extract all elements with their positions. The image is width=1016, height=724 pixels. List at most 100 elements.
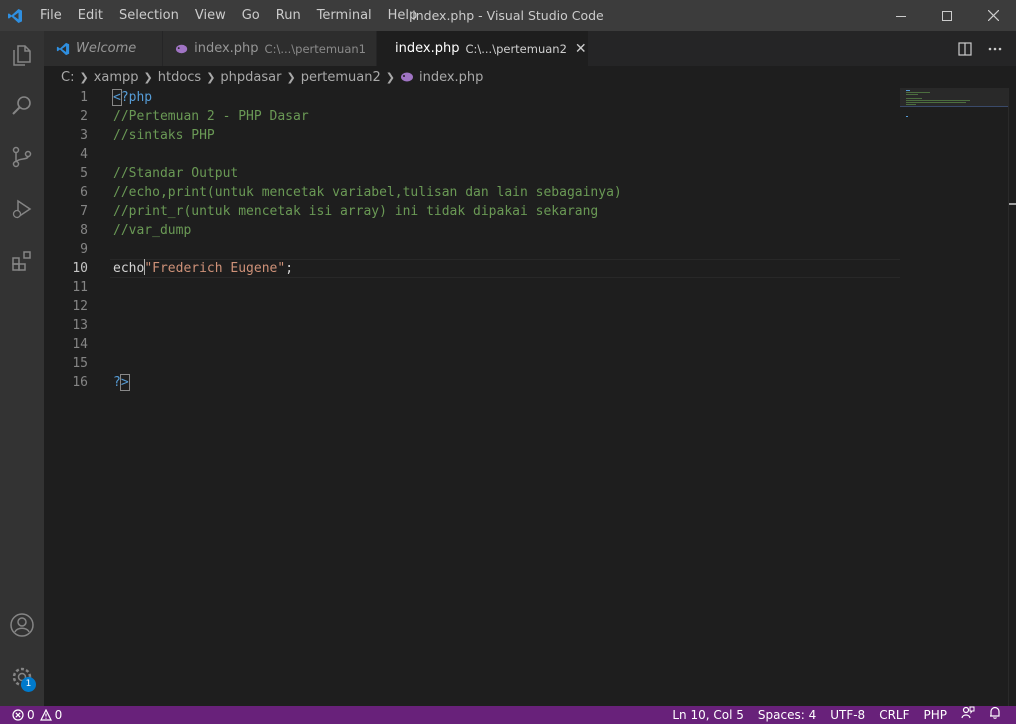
- accounts-button[interactable]: [0, 601, 44, 649]
- tab-index-pertemuan1[interactable]: index.php C:\...\pertemuan1: [163, 31, 377, 66]
- minimap-line: [906, 92, 930, 93]
- code-line: 9: [44, 240, 900, 259]
- line-number: 13: [72, 318, 88, 333]
- line-number: 15: [72, 356, 88, 371]
- tab-label: Welcome: [76, 41, 137, 56]
- maximize-icon: [942, 10, 952, 21]
- extensions-button[interactable]: [0, 237, 44, 285]
- line-number: 2: [80, 109, 88, 124]
- chevron-right-icon: ❯: [79, 70, 89, 84]
- maximize-button[interactable]: [924, 0, 970, 31]
- run-debug-button[interactable]: [0, 185, 44, 233]
- scrollbar-cursor-marker: [1009, 203, 1016, 205]
- warning-count: 0: [54, 708, 63, 722]
- editor-tabs: Welcome index.php C:\...\pertemuan1 inde…: [44, 31, 1016, 66]
- minimize-button[interactable]: [878, 0, 924, 31]
- language-mode[interactable]: PHP: [924, 706, 948, 724]
- encoding[interactable]: UTF-8: [830, 706, 865, 724]
- php-open-tag: ?php: [120, 90, 153, 105]
- search-button[interactable]: [0, 81, 44, 129]
- split-editor-button[interactable]: [950, 35, 980, 63]
- problems-indicator[interactable]: 0 0: [0, 708, 62, 722]
- minimap-line: [906, 116, 908, 117]
- menu-view[interactable]: View: [187, 0, 234, 31]
- more-actions-button[interactable]: [980, 35, 1010, 63]
- vscode-icon: [56, 42, 70, 55]
- code-editor[interactable]: 1 <?php 2 //Pertemuan 2 - PHP Dasar 3 //sin…: [44, 88, 900, 706]
- ellipsis-icon: [988, 47, 1002, 50]
- code-line: 16 ?>: [44, 373, 900, 392]
- close-tab-icon[interactable]: ✕: [575, 41, 587, 57]
- menu-edit[interactable]: Edit: [70, 0, 111, 31]
- line-number: 16: [72, 375, 88, 390]
- breadcrumb-item[interactable]: pertemuan2: [301, 70, 381, 85]
- search-icon: [12, 96, 31, 115]
- status-bar: 0 0 Ln 10, Col 5 Spaces: 4 UTF-8 CRLF PH…: [0, 706, 1016, 724]
- breadcrumb-item[interactable]: phpdasar: [220, 70, 281, 85]
- code-line: 8 //var_dump: [44, 221, 900, 240]
- minimap-slider[interactable]: [900, 88, 1008, 106]
- code-line: 2 //Pertemuan 2 - PHP Dasar: [44, 107, 900, 126]
- tab-label: index.php: [194, 41, 259, 56]
- comment: //Standar Output: [113, 166, 239, 181]
- current-code-line: 10 echo"Frederich Eugene";: [44, 259, 900, 278]
- string-literal: "Frederich Eugene": [144, 261, 286, 276]
- php-elephant-icon: [400, 72, 413, 82]
- tab-index-pertemuan2[interactable]: index.php C:\...\pertemuan2 ✕: [377, 31, 589, 66]
- status-bar-right: Ln 10, Col 5 Spaces: 4 UTF-8 CRLF PHP: [665, 706, 1008, 724]
- end-of-line[interactable]: CRLF: [879, 706, 909, 724]
- window-controls: [878, 0, 1016, 31]
- menu-run[interactable]: Run: [268, 0, 309, 31]
- code-line: 5 //Standar Output: [44, 164, 900, 183]
- tab-welcome[interactable]: Welcome: [44, 31, 163, 66]
- feedback-button[interactable]: [961, 706, 975, 724]
- comment: //echo,print(untuk mencetak variabel,tul…: [113, 185, 622, 200]
- comment: //Pertemuan 2 - PHP Dasar: [113, 109, 309, 124]
- error-count: 0: [27, 708, 35, 722]
- breadcrumb-item[interactable]: xampp: [94, 70, 139, 85]
- close-window-button[interactable]: [970, 0, 1016, 31]
- tab-path: C:\...\pertemuan2: [465, 41, 567, 56]
- code-line: 14: [44, 335, 900, 354]
- vertical-scrollbar[interactable]: [1008, 88, 1016, 706]
- breadcrumb-item[interactable]: htdocs: [158, 70, 201, 85]
- explorer-button[interactable]: [0, 31, 44, 79]
- source-control-button[interactable]: [0, 133, 44, 181]
- source-control-icon: [12, 146, 32, 168]
- semicolon: ;: [285, 261, 294, 276]
- account-icon: [10, 613, 34, 637]
- chevron-right-icon: ❯: [206, 70, 216, 84]
- menu-selection[interactable]: Selection: [111, 0, 187, 31]
- minimap-line: [906, 90, 910, 91]
- line-number: 1: [80, 90, 88, 105]
- manage-badge: 1: [21, 677, 36, 692]
- feedback-person-icon: [961, 706, 975, 719]
- manage-button[interactable]: 1: [0, 653, 44, 701]
- cursor-position[interactable]: Ln 10, Col 5: [672, 706, 744, 724]
- indentation[interactable]: Spaces: 4: [758, 706, 816, 724]
- code-line: 6 //echo,print(untuk mencetak variabel,tu…: [44, 183, 900, 202]
- breadcrumb-item[interactable]: index.php: [419, 70, 483, 85]
- minimap[interactable]: [900, 88, 1008, 706]
- extensions-icon: [12, 251, 31, 271]
- chevron-right-icon: ❯: [385, 70, 395, 84]
- vscode-logo-icon[interactable]: [0, 0, 30, 31]
- comment: //var_dump: [113, 223, 192, 238]
- notifications-button[interactable]: [989, 706, 1001, 724]
- line-number: 9: [80, 242, 88, 257]
- line-number: 10: [72, 261, 88, 276]
- split-editor-icon: [958, 41, 972, 56]
- menu-terminal[interactable]: Terminal: [309, 0, 380, 31]
- run-debug-icon: [12, 199, 32, 219]
- menu-help[interactable]: Help: [380, 0, 426, 31]
- menu-file[interactable]: File: [32, 0, 70, 31]
- breadcrumb-item[interactable]: C:: [61, 70, 74, 85]
- files-icon: [13, 45, 31, 66]
- php-close-question: ?: [113, 375, 121, 390]
- warning-icon: [39, 709, 52, 721]
- tab-path: C:\...\pertemuan1: [264, 41, 366, 56]
- code-line: 4: [44, 145, 900, 164]
- chevron-right-icon: ❯: [286, 70, 296, 84]
- line-number: 4: [80, 147, 88, 162]
- menu-go[interactable]: Go: [234, 0, 268, 31]
